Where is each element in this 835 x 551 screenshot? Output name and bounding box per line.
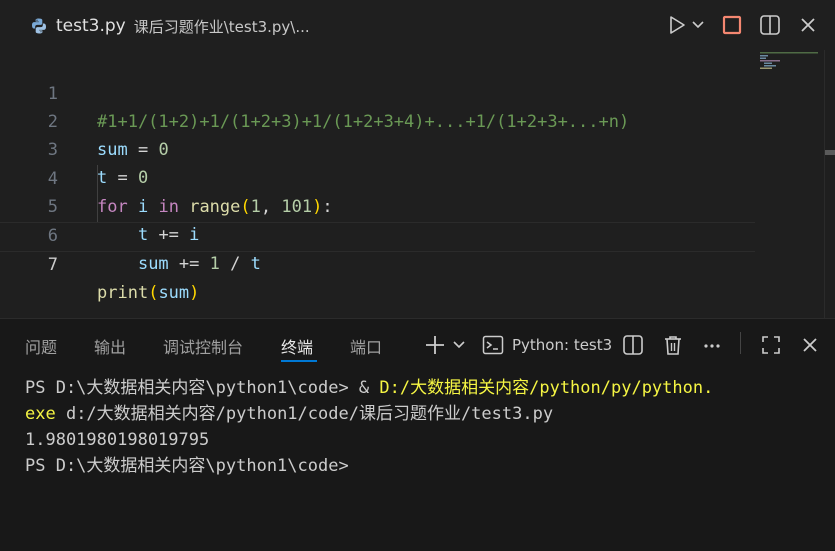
token: sum <box>137 254 169 274</box>
tab-output[interactable]: 输出 <box>94 334 126 358</box>
token: += <box>168 254 210 274</box>
command-path: exe <box>25 404 56 424</box>
tab-debug-console[interactable]: 调试控制台 <box>163 334 243 358</box>
code-line: 6 sum += 1 / t <box>0 194 755 274</box>
token: ) <box>189 283 200 303</box>
split-editor-button[interactable] <box>757 12 783 38</box>
stop-icon <box>722 15 742 35</box>
token: 1 <box>209 254 220 274</box>
split-editor-icon <box>760 15 780 35</box>
bottom-panel: 问题 输出 调试控制台 终端 端口 Python: test3 PS D:\大数… <box>0 318 835 551</box>
more-actions-button[interactable] <box>702 331 722 359</box>
file-tab[interactable]: test3.py 课后习题作业\test3.py\... <box>30 12 310 40</box>
close-panel-button[interactable] <box>800 331 820 359</box>
token: / <box>219 254 251 274</box>
editor-actions <box>667 10 821 40</box>
code-line: 3 t = 0 <box>0 108 755 188</box>
terminal-name: Python: test3 <box>512 336 613 354</box>
terminal-line: 1.9801980198019795 <box>25 430 210 450</box>
active-tab-indicator <box>281 360 317 362</box>
ellipsis-icon <box>704 344 720 348</box>
split-terminal-icon <box>623 335 643 355</box>
stop-button[interactable] <box>719 12 745 38</box>
plus-icon <box>426 336 465 354</box>
play-icon <box>670 16 704 34</box>
new-terminal-button[interactable] <box>424 331 468 359</box>
minimap[interactable] <box>760 52 820 72</box>
token: print <box>97 283 149 303</box>
vscode-window: test3.py 课后习题作业\test3.py\... 1 #1+1/(1+2… <box>0 0 835 551</box>
close-editor-button[interactable] <box>795 12 821 38</box>
command-args: d:/大数据相关内容/python1/code/课后习题作业/test3.py <box>55 404 554 424</box>
toolbar-separator <box>740 332 741 354</box>
maximize-icon <box>762 336 780 354</box>
code-line: 2 sum = 0 <box>0 80 755 160</box>
code-line: 5 t += i <box>0 165 755 245</box>
code-line: 4 for i in range(1, 101): <box>0 137 755 217</box>
token: sum <box>158 283 190 303</box>
close-icon <box>803 338 817 352</box>
kill-terminal-button[interactable] <box>662 331 684 359</box>
split-terminal-button[interactable] <box>622 331 644 359</box>
code-line: 1 #1+1/(1+2)+1/(1+2+3)+1/(1+2+3+4)+...+1… <box>0 52 755 132</box>
terminal-output[interactable]: PS D:\大数据相关内容\python1\code> & D:/大数据相关内容… <box>25 375 825 479</box>
tab-filename: test3.py <box>56 16 126 36</box>
code-editor[interactable]: 1 #1+1/(1+2)+1/(1+2+3)+1/(1+2+3+4)+...+1… <box>0 50 835 318</box>
close-icon <box>801 18 815 32</box>
scroll-thumb[interactable] <box>825 150 835 155</box>
terminal-line: PS D:\大数据相关内容\python1\code> <box>25 456 349 476</box>
token: t <box>250 254 261 274</box>
token: ( <box>148 283 159 303</box>
editor-tab-bar: test3.py 课后习题作业\test3.py\... <box>0 0 835 50</box>
code-line-current: 7 print(sum) <box>0 222 755 303</box>
tab-ports[interactable]: 端口 <box>350 334 382 358</box>
editor-scrollbar[interactable] <box>824 50 835 318</box>
terminal-line: exe d:/大数据相关内容/python1/code/课后习题作业/test3… <box>25 401 825 427</box>
trash-icon <box>665 336 681 355</box>
terminal-line: PS D:\大数据相关内容\python1\code> & D:/大数据相关内容… <box>25 375 825 401</box>
terminal-icon <box>482 335 504 355</box>
maximize-panel-button[interactable] <box>760 331 782 359</box>
line-number: 7 <box>47 255 58 275</box>
prompt-text: PS D:\大数据相关内容\python1\code> & <box>25 378 380 398</box>
tab-terminal[interactable]: 终端 <box>281 334 313 358</box>
tab-path: 课后习题作业\test3.py\... <box>133 17 310 36</box>
tab-problems[interactable]: 问题 <box>25 334 57 358</box>
python-file-icon <box>30 17 48 35</box>
terminal-selector[interactable]: Python: test3 <box>482 331 612 359</box>
command-path: D:/大数据相关内容/python/py/python. <box>379 378 714 398</box>
run-python-button[interactable] <box>667 12 707 38</box>
panel-actions: Python: test3 <box>420 331 821 359</box>
